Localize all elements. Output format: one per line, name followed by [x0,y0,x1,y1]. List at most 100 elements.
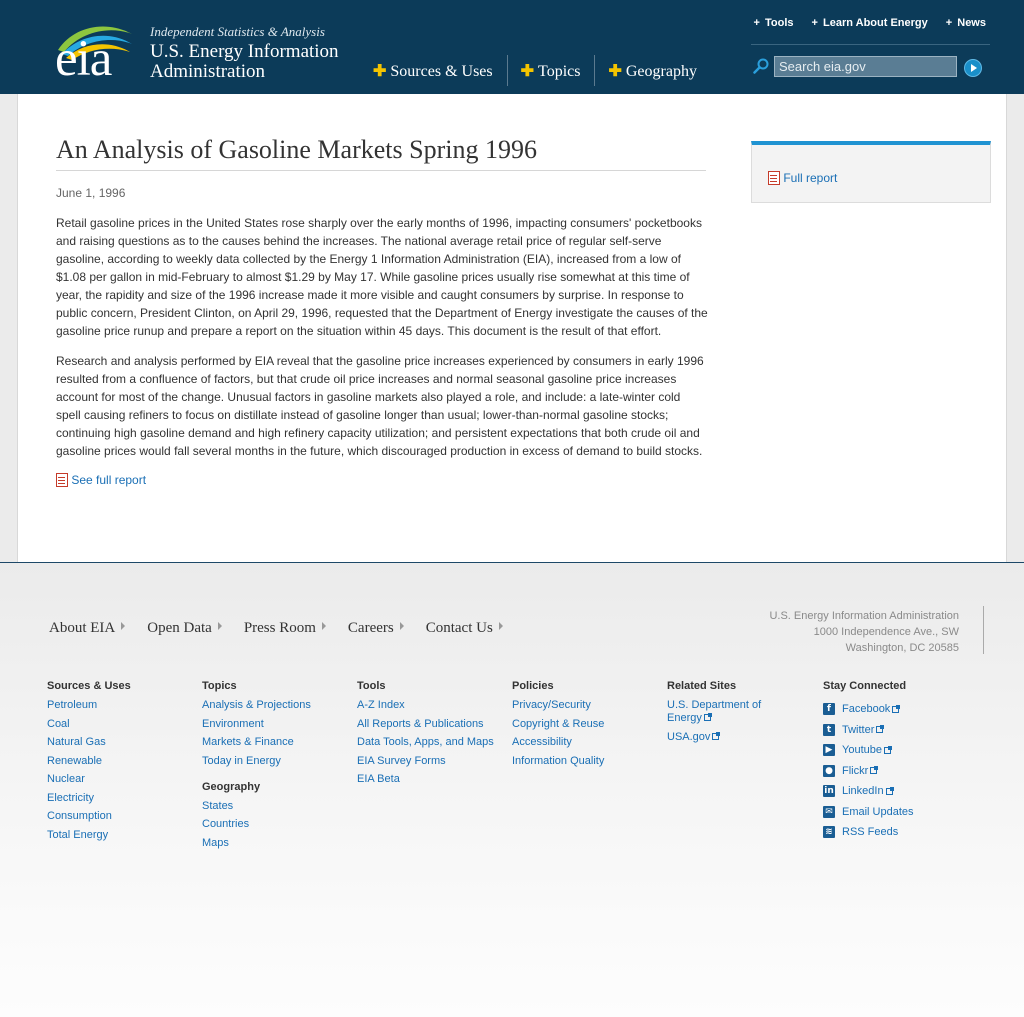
linkedin-icon: in [823,785,835,797]
footer-link-countries[interactable]: Countries [202,818,352,831]
footer-link-a-z-index[interactable]: A-Z Index [357,699,507,712]
external-link-icon [885,786,894,795]
footer-col-heading: Sources & Uses [47,680,131,692]
footer-nav-about-eia[interactable]: About EIA [49,620,126,637]
util-label: News [957,17,986,29]
footer-col-stay-connected: Stay Connected f Facebook t Twitter ▶ Youtu… [823,680,973,847]
footer-link-maps[interactable]: Maps [202,837,352,850]
plus-icon: + [753,17,760,29]
pdf-icon [56,473,68,487]
footer-link-accessibility[interactable]: Accessibility [512,736,662,749]
external-link-icon [703,713,712,721]
address-divider [983,606,984,654]
see-full-report-label[interactable]: See full report [71,473,146,487]
footer-address: U.S. Energy Information Administration 1… [769,608,959,656]
footer-nav-label: About EIA [49,620,116,636]
footer-link-information-quality[interactable]: Information Quality [512,755,662,768]
search-input[interactable] [774,56,957,77]
org-name[interactable]: U.S. Energy Information Administration [150,42,360,82]
plus-icon: ✚ [608,63,622,80]
logo-text[interactable]: eia [55,34,112,85]
tagline: Independent Statistics & Analysis [150,24,325,39]
site-header: eia Independent Statistics & Analysis U.… [0,0,1024,94]
site-footer: About EIA Open Data Press Room Careers C… [0,562,1024,1017]
footer-nav-label: Careers [347,620,394,636]
footer-link-today-in-energy[interactable]: Today in Energy [202,755,352,768]
footer-link-data-tools[interactable]: Data Tools, Apps, and Maps [357,736,507,749]
footer-link-electricity[interactable]: Electricity [47,792,197,805]
plus-icon: ✚ [373,63,387,80]
main-nav: ✚ Sources & Uses ✚ Topics ✚ Geography [360,55,711,87]
footer-link-nuclear[interactable]: Nuclear [47,773,197,786]
social-linkedin[interactable]: in LinkedIn [823,785,973,797]
footer-link-eia-beta[interactable]: EIA Beta [357,773,507,786]
social-flickr[interactable]: ● Flickr [823,764,973,777]
nav-label: Topics [538,63,581,80]
footer-col-heading: Related Sites [667,680,737,692]
util-learn-about-energy[interactable]: + Learn About Energy [812,17,928,29]
nav-sources-uses[interactable]: ✚ Sources & Uses [360,55,508,86]
address-line: U.S. Energy Information Administration [769,610,959,622]
footer-col-heading: Policies [512,680,554,692]
footer-link-environment[interactable]: Environment [202,718,352,731]
footer-nav-contact-us[interactable]: Contact Us [426,620,503,637]
footer-link-total-energy[interactable]: Total Energy [47,829,197,842]
footer-link-copyright[interactable]: Copyright & Reuse [512,718,662,731]
arrow-right-icon [121,622,126,630]
see-full-report-link[interactable]: See full report [56,473,146,487]
social-facebook[interactable]: f Facebook [823,703,973,715]
facebook-icon: f [823,703,835,715]
email-icon: ✉ [823,805,835,818]
footer-link-natural-gas[interactable]: Natural Gas [47,736,197,749]
footer-nav-label: Open Data [147,620,212,636]
social-label: RSS Feeds [842,826,899,838]
youtube-icon: ▶ [823,744,835,756]
footer-link-renewable[interactable]: Renewable [47,755,197,768]
footer-col-heading: Topics [202,680,237,692]
footer-col-related-sites: Related Sites U.S. Department of Energy … [667,680,777,749]
footer-link-doe[interactable]: U.S. Department of Energy [667,699,777,725]
footer-link-survey-forms[interactable]: EIA Survey Forms [357,755,507,768]
footer-link-privacy[interactable]: Privacy/Security [512,699,662,712]
rss-icon: ≋ [823,826,835,838]
util-news[interactable]: + News [946,17,986,29]
social-twitter[interactable]: t Twitter [823,723,973,736]
utility-divider [751,44,990,45]
nav-topics[interactable]: ✚ Topics [508,55,596,86]
publish-date: June 1, 1996 [56,186,126,200]
page-title: An Analysis of Gasoline Markets Spring 1… [56,135,706,171]
footer-nav-label: Contact Us [425,620,493,636]
footer-link-coal[interactable]: Coal [47,718,197,731]
footer-link-petroleum[interactable]: Petroleum [47,699,197,712]
footer-nav-label: Press Room [243,620,316,636]
social-youtube[interactable]: ▶ Youtube [823,744,973,756]
footer-col-heading-geography: Geography [202,780,261,793]
sidebar-report-box: Full report [751,141,991,203]
util-tools[interactable]: + Tools [754,17,794,29]
footer-link-consumption[interactable]: Consumption [47,810,197,823]
footer-nav-open-data[interactable]: Open Data [147,620,222,637]
social-email-updates[interactable]: ✉ Email Updates [823,805,973,818]
social-label: Flickr [842,764,869,777]
social-rss-feeds[interactable]: ≋ RSS Feeds [823,826,973,838]
footer-link-all-reports[interactable]: All Reports & Publications [357,718,507,731]
footer-link-usa-gov[interactable]: USA.gov [667,731,777,744]
footer-link-analysis-projections[interactable]: Analysis & Projections [202,699,352,712]
footer-nav-careers[interactable]: Careers [348,620,404,637]
footer-link-markets-finance[interactable]: Markets & Finance [202,736,352,749]
social-label: Email Updates [842,805,914,818]
nav-geography[interactable]: ✚ Geography [595,55,711,86]
utility-nav: + Tools + Learn About Energy + News [754,17,986,29]
full-report-link[interactable]: Full report [768,171,837,185]
arrow-right-icon [217,622,222,630]
footer-nav-press-room[interactable]: Press Room [244,620,326,637]
social-label: LinkedIn [842,785,884,797]
external-link-icon [883,745,892,754]
article-paragraph: Retail gasoline prices in the United Sta… [56,216,708,338]
footer-col-tools: Tools A-Z Index All Reports & Publicatio… [357,680,507,792]
util-label: Tools [765,17,794,29]
footer-link-states[interactable]: States [202,800,352,813]
util-label: Learn About Energy [823,17,928,29]
search-submit-button[interactable] [964,59,982,77]
full-report-label[interactable]: Full report [783,171,837,185]
